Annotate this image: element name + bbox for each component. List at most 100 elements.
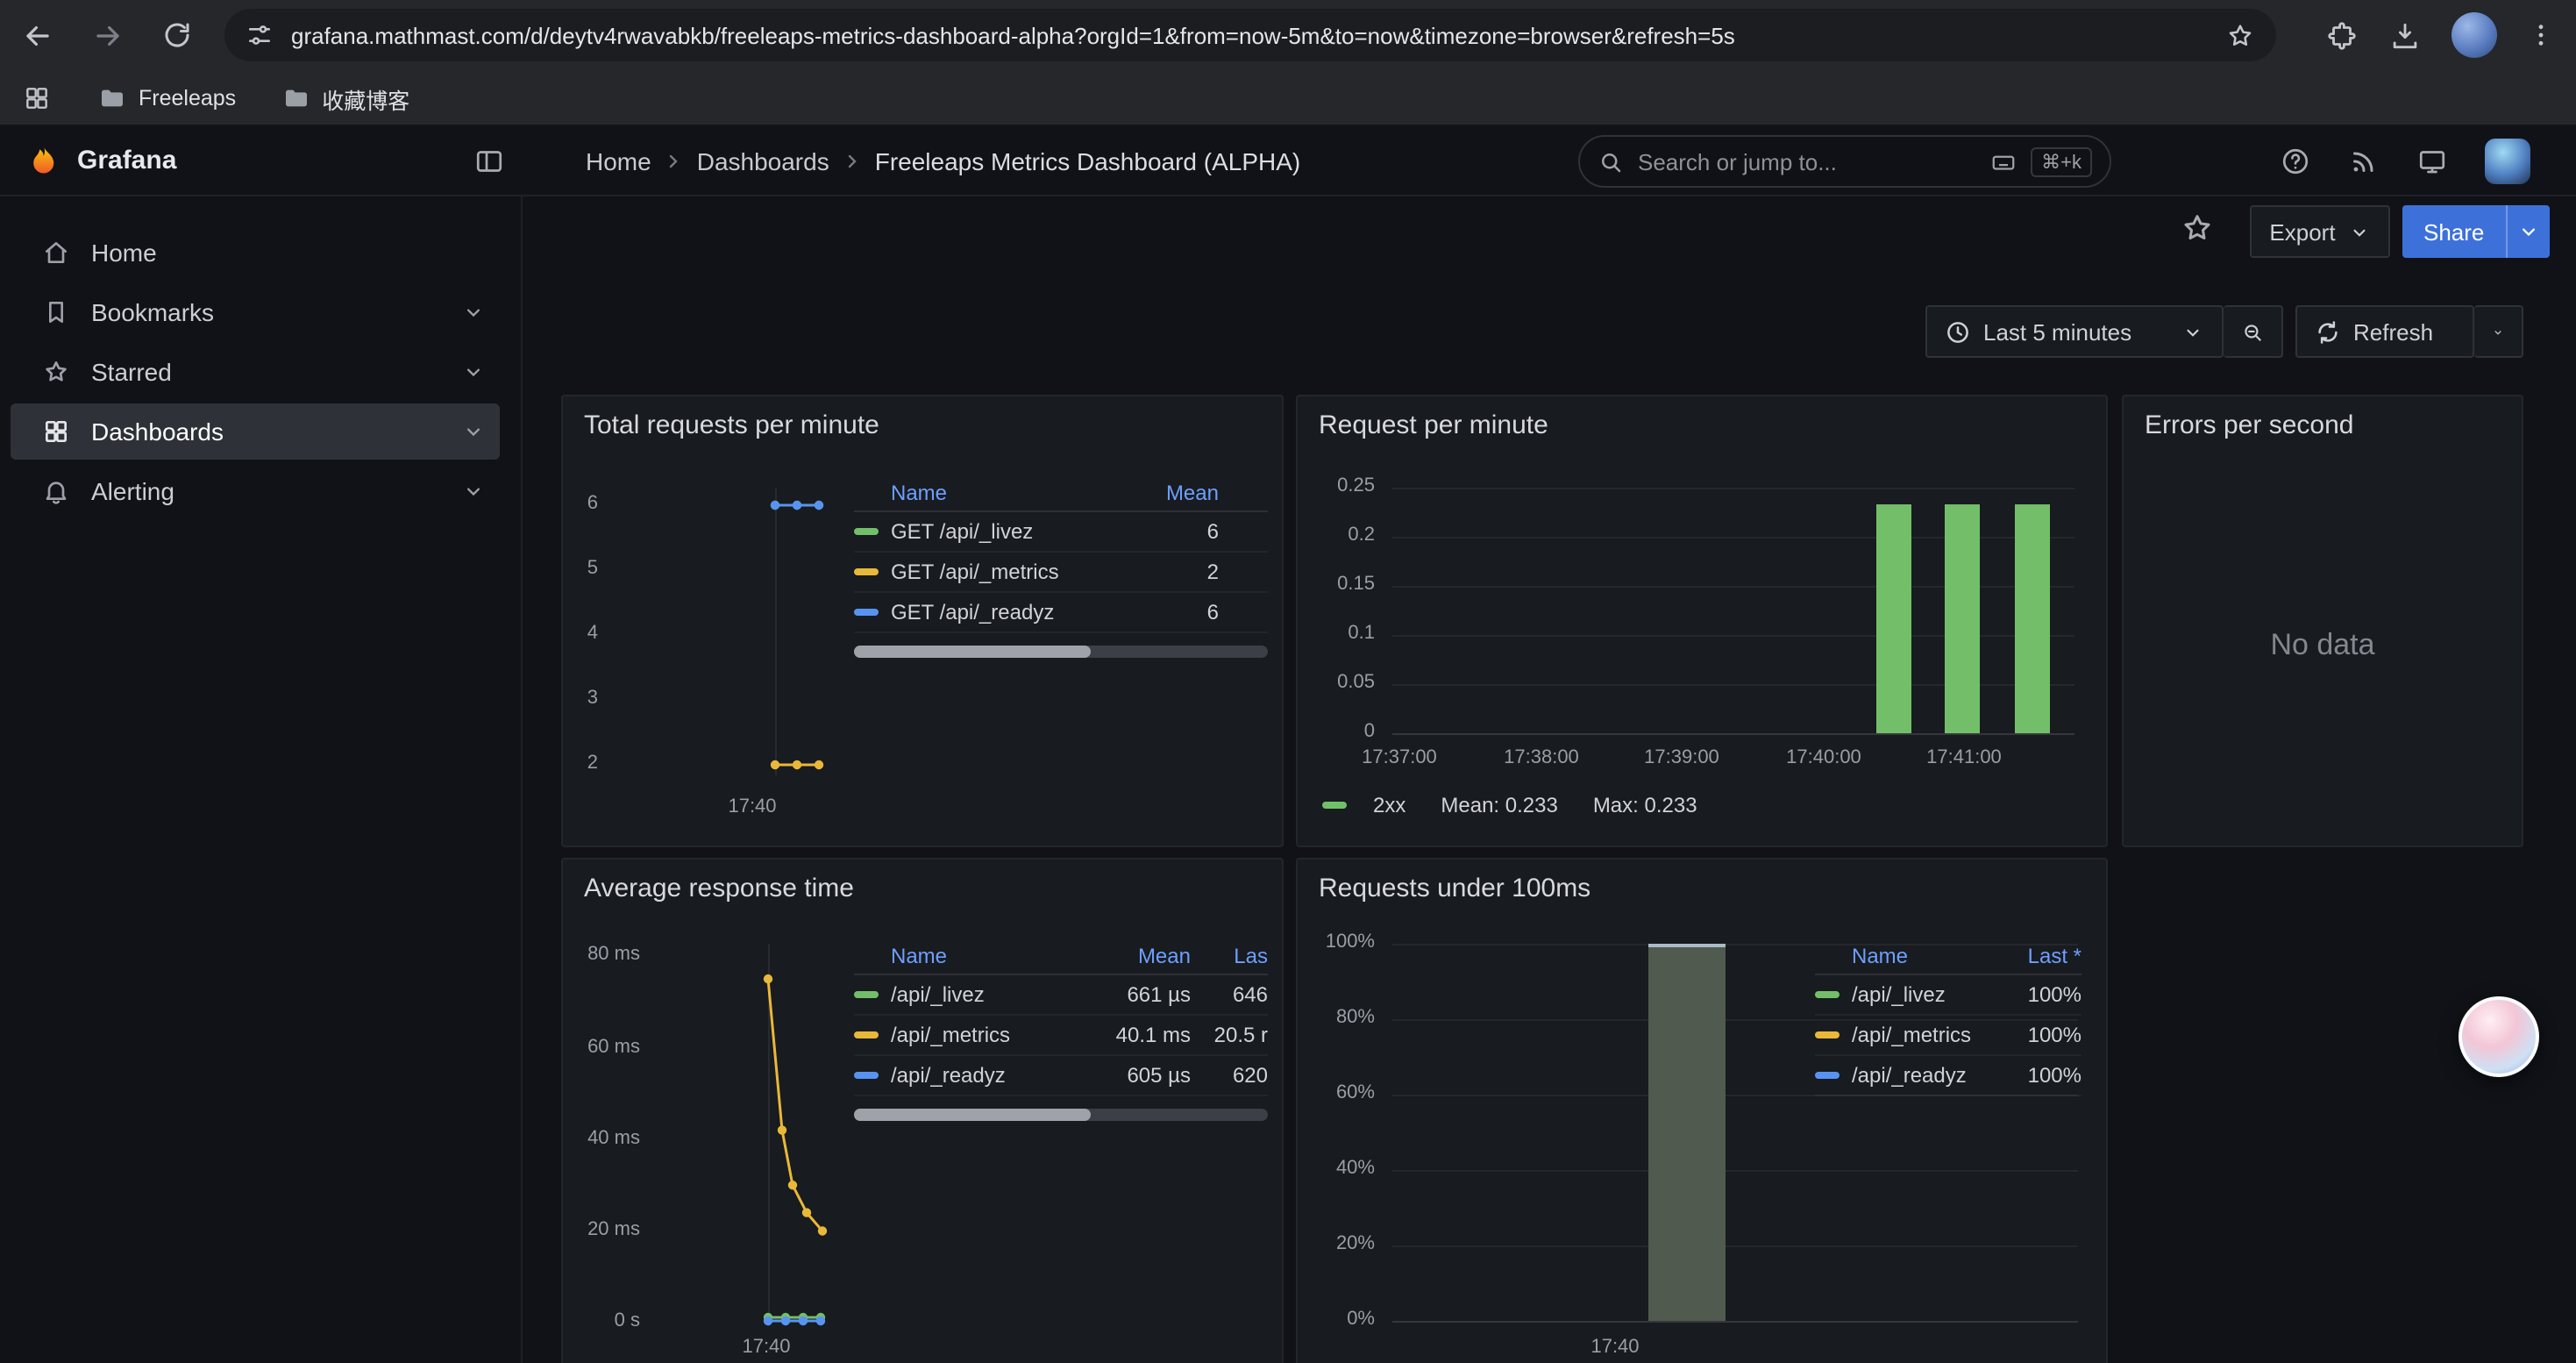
panel-title[interactable]: Request per minute bbox=[1319, 410, 1548, 440]
dashboard-main: Export Share Last 5 minutes Refresh bbox=[523, 196, 2576, 1363]
share-dropdown-button[interactable] bbox=[2505, 205, 2549, 258]
legend-row[interactable]: GET /api/_metrics 2 bbox=[854, 553, 1268, 593]
y-tick: 0.2 bbox=[1301, 525, 1375, 546]
series-mean: 6 bbox=[1114, 600, 1219, 624]
display-icon[interactable] bbox=[2416, 146, 2448, 177]
legend-row[interactable]: GET /api/_readyz 6 bbox=[854, 593, 1268, 633]
series-name[interactable]: 2xx bbox=[1373, 793, 1405, 817]
sidebar-item-bookmarks[interactable]: Bookmarks bbox=[11, 284, 500, 340]
browser-menu-icon[interactable] bbox=[2527, 21, 2555, 49]
legend-row[interactable]: /api/_readyz 605 µs 620 bbox=[854, 1056, 1268, 1096]
legend-last-header[interactable]: Last * bbox=[2004, 943, 2081, 967]
legend-scrollbar[interactable] bbox=[854, 646, 1268, 658]
series-name[interactable]: /api/_readyz bbox=[891, 1063, 1085, 1088]
refresh-interval-dropdown[interactable] bbox=[2474, 305, 2523, 358]
user-avatar[interactable] bbox=[2485, 139, 2530, 184]
x-tick: 17:37:00 bbox=[1347, 747, 1452, 768]
series-name[interactable]: /api/_livez bbox=[891, 982, 1085, 1007]
series-last: 100% bbox=[2004, 1023, 2081, 1047]
series-last: 20.5 r bbox=[1191, 1023, 1268, 1047]
collapse-sidebar-icon[interactable] bbox=[473, 146, 505, 177]
chevron-down-icon bbox=[2348, 220, 2371, 243]
search-input[interactable]: Search or jump to... ⌘+k bbox=[1578, 135, 2111, 188]
panel-title[interactable]: Requests under 100ms bbox=[1319, 874, 1590, 903]
bookmark-star-icon[interactable] bbox=[2225, 20, 2255, 50]
legend-row[interactable]: /api/_livez 100% bbox=[1815, 975, 2081, 1016]
series-color-blue bbox=[854, 609, 879, 616]
panel-title[interactable]: Errors per second bbox=[2145, 410, 2353, 440]
legend-row[interactable]: /api/_livez 661 µs 646 bbox=[854, 975, 1268, 1016]
sidebar-item-alerting[interactable]: Alerting bbox=[11, 463, 500, 519]
legend-inline[interactable]: 2xx Mean: 0.233 Max: 0.233 bbox=[1322, 793, 1697, 817]
scrollbar-thumb[interactable] bbox=[854, 1109, 1090, 1121]
series-color-yellow bbox=[854, 568, 879, 575]
chevron-down-icon[interactable] bbox=[461, 419, 486, 444]
refresh-label: Refresh bbox=[2353, 318, 2433, 345]
sidebar-item-label: Bookmarks bbox=[91, 298, 214, 326]
panel-title[interactable]: Average response time bbox=[584, 874, 854, 903]
time-range-picker[interactable]: Last 5 minutes bbox=[1925, 305, 2224, 358]
refresh-button[interactable]: Refresh bbox=[2295, 305, 2474, 358]
series-name[interactable]: GET /api/_livez bbox=[891, 519, 1114, 544]
star-icon bbox=[42, 358, 70, 386]
folder-icon bbox=[98, 84, 126, 112]
panel-title[interactable]: Total requests per minute bbox=[584, 410, 879, 440]
apps-grid-icon[interactable] bbox=[23, 84, 51, 112]
url-text[interactable]: grafana.mathmast.com/d/deytv4rwavabkb/fr… bbox=[291, 22, 2208, 48]
series-name[interactable]: /api/_metrics bbox=[1852, 1023, 2004, 1047]
legend-name-header[interactable]: Name bbox=[854, 943, 1085, 967]
y-tick: 0.15 bbox=[1301, 574, 1375, 595]
chevron-right-icon bbox=[842, 151, 863, 172]
browser-profile-avatar[interactable] bbox=[2451, 12, 2497, 58]
grafana-logo[interactable] bbox=[25, 142, 63, 181]
y-tick: 60% bbox=[1301, 1082, 1375, 1103]
legend-scrollbar[interactable] bbox=[854, 1109, 1268, 1121]
legend-row[interactable]: /api/_readyz 100% bbox=[1815, 1056, 2081, 1096]
series-name[interactable]: /api/_metrics bbox=[891, 1023, 1085, 1047]
legend-mean-header[interactable]: Mean bbox=[1085, 943, 1191, 967]
chevron-down-icon[interactable] bbox=[461, 479, 486, 503]
bookmark-item[interactable]: Freeleaps bbox=[98, 84, 236, 112]
forward-icon[interactable] bbox=[91, 18, 125, 52]
series-name[interactable]: /api/_livez bbox=[1852, 982, 2004, 1007]
zoom-out-button[interactable] bbox=[2224, 305, 2283, 358]
sidebar-item-home[interactable]: Home bbox=[11, 225, 500, 281]
series-name[interactable]: GET /api/_readyz bbox=[891, 600, 1114, 624]
y-tick: 20 ms bbox=[566, 1219, 640, 1240]
scrollbar-thumb[interactable] bbox=[854, 646, 1090, 658]
help-icon[interactable] bbox=[2280, 146, 2311, 177]
y-tick: 3 bbox=[566, 688, 598, 709]
bookmark-item[interactable]: 收藏博客 bbox=[281, 82, 409, 115]
export-label: Export bbox=[2269, 218, 2335, 245]
series-last: 646 bbox=[1191, 982, 1268, 1007]
export-button[interactable]: Export bbox=[2250, 205, 2390, 258]
reload-icon[interactable] bbox=[161, 19, 193, 51]
series-name[interactable]: GET /api/_metrics bbox=[891, 560, 1114, 584]
panel-errors-per-second: Errors per second No data bbox=[2122, 395, 2523, 847]
tune-icon[interactable] bbox=[246, 21, 274, 49]
news-rss-icon[interactable] bbox=[2348, 146, 2380, 177]
sidebar-item-dashboards[interactable]: Dashboards bbox=[11, 403, 500, 460]
legend-row[interactable]: /api/_metrics 40.1 ms 20.5 r bbox=[854, 1016, 1268, 1056]
legend-name-header[interactable]: Name bbox=[1815, 943, 2004, 967]
legend-last-header[interactable]: Las bbox=[1191, 943, 1268, 967]
legend-mean-header[interactable]: Mean bbox=[1114, 480, 1219, 504]
legend-name-header[interactable]: Name bbox=[854, 480, 1114, 504]
favorite-star-icon[interactable] bbox=[2180, 211, 2215, 246]
extensions-icon[interactable] bbox=[2325, 18, 2359, 52]
share-button[interactable]: Share bbox=[2402, 205, 2505, 258]
back-icon[interactable] bbox=[21, 18, 54, 52]
legend-row[interactable]: GET /api/_livez 6 bbox=[854, 512, 1268, 553]
downloads-icon[interactable] bbox=[2388, 18, 2422, 52]
series-name[interactable]: /api/_readyz bbox=[1852, 1063, 2004, 1088]
assistant-avatar[interactable] bbox=[2459, 996, 2539, 1077]
breadcrumb-home[interactable]: Home bbox=[586, 147, 651, 175]
sidebar-item-label: Dashboards bbox=[91, 417, 224, 446]
chevron-down-icon[interactable] bbox=[461, 360, 486, 384]
sidebar-item-starred[interactable]: Starred bbox=[11, 344, 500, 400]
breadcrumb-dashboards[interactable]: Dashboards bbox=[697, 147, 829, 175]
legend-row[interactable]: /api/_metrics 100% bbox=[1815, 1016, 2081, 1056]
chevron-down-icon[interactable] bbox=[461, 300, 486, 325]
url-bar[interactable]: grafana.mathmast.com/d/deytv4rwavabkb/fr… bbox=[224, 9, 2276, 61]
legend-header: Name Mean bbox=[854, 474, 1268, 512]
